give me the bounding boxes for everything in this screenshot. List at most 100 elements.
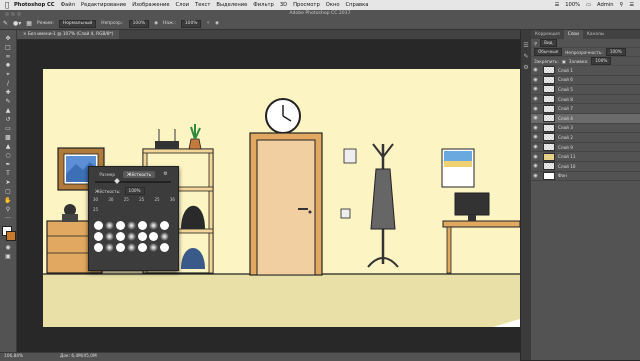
layer-row[interactable]: ◉ Слой 5 [531,85,640,95]
brush-preset-picker[interactable]: Размер Жёсткость ⚙ Жёсткость: 100% 30 30… [88,166,179,271]
brush-preset-label[interactable]: 36 [170,197,175,202]
tab-size[interactable]: Размер [95,171,119,178]
healing-tool-icon[interactable]: ✚ [2,88,14,97]
wifi-icon[interactable]: ☰ [555,2,560,8]
layer-row-selected[interactable]: ◉ Слой 4 [531,113,640,124]
eyedropper-tool-icon[interactable]: ∕ [2,79,14,88]
eraser-tool-icon[interactable]: ▭ [2,124,14,133]
hardness-field[interactable]: 100% [124,187,145,195]
more-tools-icon[interactable]: ··· [2,214,14,223]
brush-preset-label[interactable]: 25 [155,197,160,202]
visibility-eye-icon[interactable]: ◉ [531,144,540,150]
menu-view[interactable]: Просмотр [293,2,320,8]
brush-settings-panel-icon[interactable]: ✎ [521,53,531,60]
tab-hardness[interactable]: Жёсткость [123,170,156,178]
marquee-tool-icon[interactable]: □ [2,43,14,52]
fill-field[interactable]: 100% [591,57,612,65]
history-icon[interactable]: ☰ [521,42,531,49]
size-slider-handle[interactable] [114,178,120,184]
filter-search-icon[interactable]: ⚲ [534,41,537,46]
pressure-opacity-icon[interactable]: ◉ [154,21,158,26]
visibility-eye-icon[interactable]: ◉ [531,163,540,169]
quick-select-tool-icon[interactable]: ✹ [2,61,14,70]
brush-tool-icon[interactable]: ✎ [2,97,14,106]
brush-tip[interactable] [127,243,136,252]
layer-name[interactable]: Слой 6 [558,77,573,82]
brush-tip[interactable] [138,221,147,230]
brush-preset-label[interactable]: 30 [108,197,113,202]
shape-tool-icon[interactable]: ▢ [2,187,14,196]
visibility-eye-icon[interactable]: ◉ [531,86,540,92]
layer-row[interactable]: ◉ Слой 1 [531,66,640,76]
menu-help[interactable]: Справка [346,2,369,8]
layer-opacity-field[interactable]: 100% [605,48,626,56]
menu-filter[interactable]: Фильтр [253,2,274,8]
layer-row-background[interactable]: ◉ Фон [531,171,640,182]
notification-icon[interactable]: ☰ [629,2,634,8]
properties-icon[interactable]: ⚙ [521,64,531,71]
pressure-size-icon[interactable]: ◉ [215,21,219,26]
menu-window[interactable]: Окно [326,2,340,8]
layer-row[interactable]: ◉ Слой 8 [531,95,640,105]
brush-tip[interactable] [138,243,147,252]
zoom-tool-icon[interactable]: ⚲ [2,205,14,214]
layer-name[interactable]: Слой 7 [558,106,573,111]
search-icon[interactable]: ⚲ [620,2,624,8]
layer-row[interactable]: ◉ Слой 7 [531,104,640,114]
brush-tool-icon[interactable]: ✎ [3,20,8,27]
layer-name[interactable]: Слой 8 [558,97,573,102]
visibility-eye-icon[interactable]: ◉ [531,173,540,179]
zoom-level[interactable]: 106,84% [4,354,23,359]
hand-tool-icon[interactable]: ✋ [2,196,14,205]
brush-tip[interactable] [160,243,169,252]
brush-tip[interactable] [94,232,103,241]
layer-row[interactable]: ◉ Слой 10 [531,162,640,172]
menu-image[interactable]: Изображение [132,2,169,8]
layer-name[interactable]: Слой 1 [558,68,573,73]
tab-layers[interactable]: Слои [563,30,583,39]
blend-mode-select[interactable]: Обычные [534,48,563,56]
layer-name[interactable]: Слой 9 [558,145,573,150]
brush-tip[interactable] [94,243,103,252]
brush-preset-icon[interactable]: ●▾ [13,20,21,27]
visibility-eye-icon[interactable]: ◉ [531,77,540,83]
background-color[interactable] [6,231,16,241]
document-tab[interactable]: × Без имени-1 @ 107% (Слой 4, RGB/8*) [17,30,120,39]
layer-name[interactable]: Слой 11 [558,154,576,159]
dodge-tool-icon[interactable]: ○ [2,151,14,160]
menu-layers[interactable]: Слои [176,2,189,8]
menu-type[interactable]: Текст [195,2,210,8]
visibility-eye-icon[interactable]: ◉ [531,96,540,102]
pen-tool-icon[interactable]: ✒ [2,160,14,169]
brush-settings-icon[interactable]: ▦ [26,20,32,27]
mode-select[interactable]: Нормальный [58,19,97,28]
layer-name[interactable]: Слой 5 [558,87,573,92]
brush-preset-label[interactable]: 25 [124,197,129,202]
move-tool-icon[interactable]: ✥ [2,34,14,43]
brush-tip[interactable] [127,221,136,230]
brush-tip[interactable] [116,232,125,241]
document-size[interactable]: Док: 6,4М/45,0М [60,354,97,359]
brush-tip[interactable] [105,232,114,241]
size-slider[interactable] [95,178,171,184]
user-name[interactable]: Admin [597,2,614,8]
brush-tip[interactable] [116,243,125,252]
layer-name[interactable]: Фон [558,173,567,178]
brush-tip[interactable] [105,243,114,252]
brush-preset-label[interactable]: 30 [93,197,98,202]
layer-filter-select[interactable]: Вид [540,39,557,47]
airbrush-icon[interactable]: ✧ [206,21,210,26]
menu-select[interactable]: Выделение [216,2,247,8]
visibility-eye-icon[interactable]: ◉ [531,106,540,112]
opacity-field[interactable]: 100% [128,19,150,28]
history-brush-icon[interactable]: ↺ [2,115,14,124]
path-select-tool-icon[interactable]: ➤ [2,178,14,187]
brush-tip[interactable] [149,221,158,230]
layer-name[interactable]: Слой 4 [558,116,573,121]
tab-channels[interactable]: Каналы [583,30,608,39]
layer-name[interactable]: Слой 10 [558,164,576,169]
tab-adjustments[interactable]: Коррекция [531,30,564,39]
type-tool-icon[interactable]: T [2,169,14,178]
layer-name[interactable]: Слой 2 [558,135,573,140]
visibility-eye-icon[interactable]: ◉ [531,67,540,73]
